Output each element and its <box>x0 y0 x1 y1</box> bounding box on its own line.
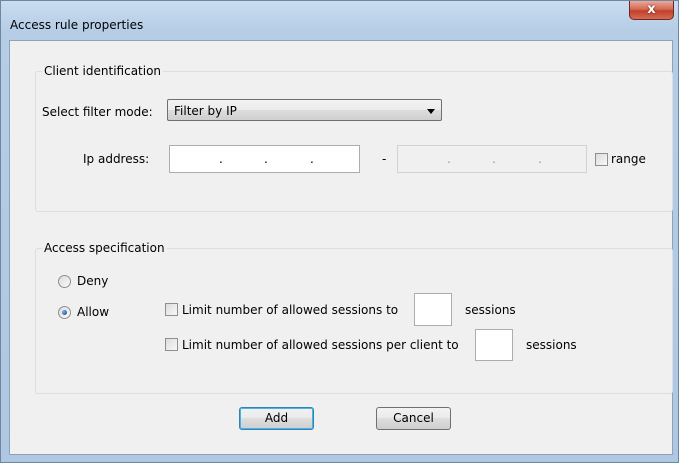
dialog-window: Access rule properties x Client identifi… <box>0 0 679 463</box>
access-specification-group: Access specification <box>35 241 673 394</box>
filter-mode-value: Filter by IP <box>174 104 237 118</box>
limit-per-client-unit: sessions <box>526 338 577 352</box>
deny-label[interactable]: Deny <box>77 274 108 288</box>
limit-per-client-checkbox[interactable] <box>165 338 178 351</box>
ip-dot: . <box>310 152 314 166</box>
ip-address-end-field[interactable]: . . . <box>397 145 587 173</box>
range-checkbox[interactable] <box>595 153 608 166</box>
ip-dot: . <box>492 152 496 166</box>
filter-mode-select[interactable]: Filter by IP <box>167 99 442 121</box>
title-bar[interactable]: Access rule properties x <box>1 1 678 41</box>
window-title: Access rule properties <box>10 18 144 32</box>
range-label[interactable]: range <box>611 152 646 166</box>
access-specification-label: Access specification <box>42 241 167 255</box>
limit-sessions-input[interactable] <box>414 293 452 326</box>
limit-sessions-label[interactable]: Limit number of allowed sessions to <box>182 303 398 317</box>
chevron-down-icon <box>427 109 435 114</box>
ip-dot: . <box>219 152 223 166</box>
limit-per-client-label[interactable]: Limit number of allowed sessions per cli… <box>182 338 459 352</box>
limit-sessions-unit: sessions <box>465 303 516 317</box>
allow-radio[interactable] <box>58 306 71 319</box>
ip-dot: . <box>447 152 451 166</box>
ip-dot: . <box>538 152 542 166</box>
cancel-button[interactable]: Cancel <box>376 407 451 430</box>
ip-address-label: Ip address: <box>83 152 150 166</box>
limit-sessions-checkbox[interactable] <box>165 303 178 316</box>
client-identification-group: Client identification <box>35 64 673 212</box>
ip-address-start-field[interactable]: . . . <box>169 145 360 173</box>
deny-radio[interactable] <box>58 275 71 288</box>
limit-per-client-input[interactable] <box>475 329 513 361</box>
dialog-client-area: Client identification Select filter mode… <box>9 40 673 455</box>
ip-dot: . <box>264 152 268 166</box>
close-button[interactable]: x <box>629 1 674 20</box>
allow-label[interactable]: Allow <box>77 305 109 319</box>
ip-range-separator: - <box>382 152 387 166</box>
filter-mode-label: Select filter mode: <box>42 105 153 119</box>
client-identification-label: Client identification <box>42 64 164 78</box>
add-button[interactable]: Add <box>239 407 314 430</box>
close-icon: x <box>647 2 656 17</box>
